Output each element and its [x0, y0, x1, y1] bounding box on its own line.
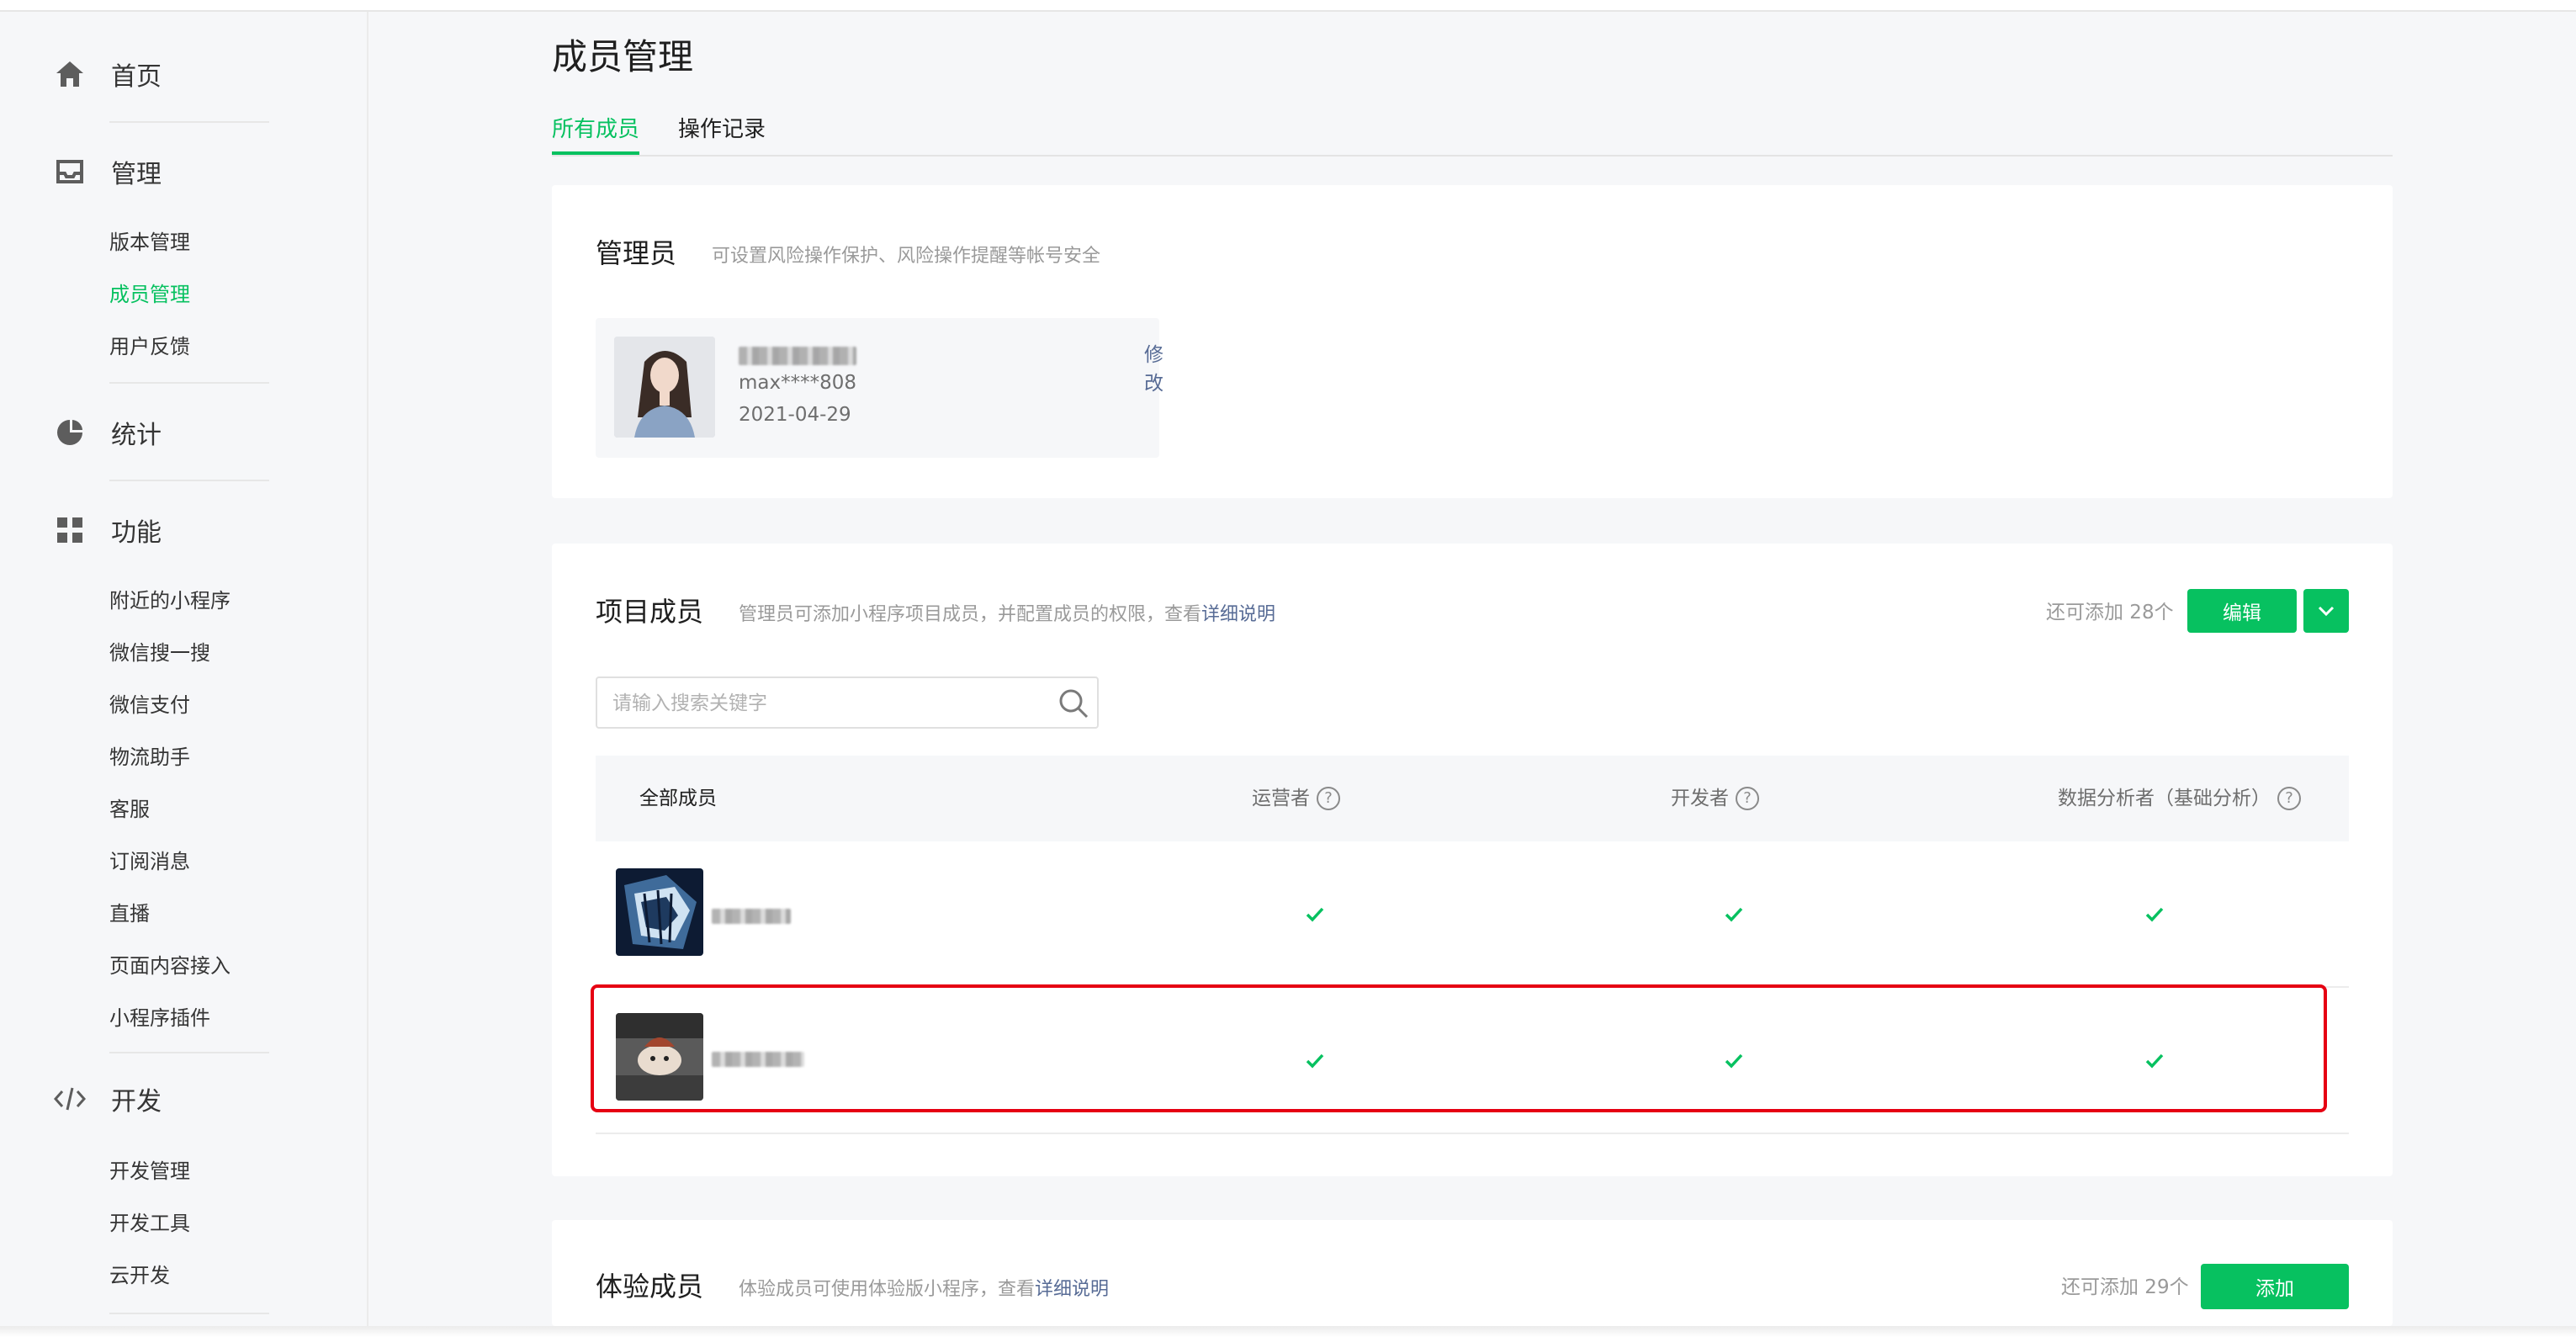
check-icon	[1306, 1053, 1324, 1069]
admin-section-title: 管理员	[596, 237, 677, 269]
sidebar: 首页 管理 版本管理 成员管理 用户反馈 统计 功能 附近的小程序 微信搜一搜	[0, 12, 368, 1326]
add-button[interactable]: 添加	[2201, 1264, 2349, 1309]
avatar	[616, 868, 703, 956]
inbox-icon	[54, 156, 86, 188]
project-section-desc: 管理员可添加小程序项目成员，并配置成员的权限，查看详细说明	[739, 599, 1275, 626]
sidebar-item-manage[interactable]: 管理	[54, 146, 162, 197]
admin-account: max****808	[739, 372, 857, 394]
project-members-card: 项目成员 管理员可添加小程序项目成员，并配置成员的权限，查看详细说明 还可添加 …	[552, 544, 2393, 1176]
trial-section-desc: 体验成员可使用体验版小程序，查看详细说明	[739, 1274, 1109, 1301]
grid-icon	[54, 514, 86, 546]
help-icon[interactable]: ?	[1317, 787, 1340, 810]
sidebar-divider	[109, 382, 269, 384]
sidebar-item-pay[interactable]: 微信支付	[109, 688, 190, 722]
member-table-header: 全部成员 运营者? 开发者? 数据分析者（基础分析）?	[596, 756, 2349, 841]
sidebar-item-features[interactable]: 功能	[54, 505, 162, 555]
table-row[interactable]	[596, 988, 2349, 1134]
sidebar-item-dev-manage[interactable]: 开发管理	[109, 1154, 190, 1188]
sidebar-item-label: 功能	[111, 518, 162, 548]
col-operator: 运营者?	[1252, 756, 1340, 841]
tab-all-members[interactable]: 所有成员	[552, 113, 640, 155]
sidebar-item-label: 统计	[111, 421, 162, 450]
desc-text: 体验成员可使用体验版小程序，查看	[739, 1279, 1036, 1300]
col-all-members[interactable]: 全部成员	[639, 756, 717, 841]
col-label: 运营者	[1252, 788, 1310, 809]
desc-text: 管理员可添加小程序项目成员，并配置成员的权限，查看	[739, 604, 1202, 625]
sidebar-item-subscribe[interactable]: 订阅消息	[109, 845, 190, 878]
sidebar-item-dev[interactable]: 开发	[54, 1074, 162, 1124]
trial-section-title: 体验成员	[596, 1271, 704, 1303]
help-icon[interactable]: ?	[2277, 787, 2301, 810]
col-label: 数据分析者（基础分析）	[2058, 788, 2271, 809]
code-icon	[54, 1083, 86, 1115]
sidebar-divider	[109, 1313, 269, 1314]
remaining-count: 还可添加 29个	[2061, 1276, 2189, 1298]
sidebar-item-members[interactable]: 成员管理	[109, 278, 190, 311]
more-dropdown-button[interactable]	[2303, 589, 2349, 633]
sidebar-divider	[109, 1052, 269, 1053]
admin-date: 2021-04-29	[739, 404, 851, 426]
search-input[interactable]	[612, 688, 1033, 719]
check-icon	[1725, 1053, 1743, 1069]
tab-operation-log[interactable]: 操作记录	[678, 113, 766, 155]
sidebar-item-plugin[interactable]: 小程序插件	[109, 1001, 210, 1035]
top-border	[0, 0, 2576, 12]
sidebar-item-version[interactable]: 版本管理	[109, 225, 190, 259]
col-label: 开发者	[1671, 788, 1729, 809]
check-icon	[2145, 1053, 2164, 1069]
sidebar-item-feedback[interactable]: 用户反馈	[109, 330, 190, 363]
page-title: 成员管理	[552, 36, 694, 77]
admin-section-desc: 可设置风险操作保护、风险操作提醒等帐号安全	[712, 246, 1101, 267]
trial-members-card: 体验成员 体验成员可使用体验版小程序，查看详细说明 还可添加 29个 添加	[552, 1220, 2393, 1326]
sidebar-item-cloud[interactable]: 云开发	[109, 1259, 170, 1292]
admin-edit-link[interactable]: 修改	[1144, 338, 1163, 395]
admin-info-box: max****808 2021-04-29 修改	[596, 318, 1163, 458]
member-name-redacted	[712, 909, 791, 924]
tab-bar: 所有成员 操作记录	[552, 113, 2393, 157]
detail-link[interactable]: 详细说明	[1035, 1279, 1109, 1300]
sidebar-item-label: 首页	[111, 62, 162, 92]
remaining-count: 还可添加 28个	[2046, 602, 2174, 623]
sidebar-item-live[interactable]: 直播	[109, 897, 150, 931]
sidebar-item-content[interactable]: 页面内容接入	[109, 949, 231, 983]
app-frame: 首页 管理 版本管理 成员管理 用户反馈 统计 功能 附近的小程序 微信搜一搜	[0, 0, 2576, 1337]
pie-chart-icon	[54, 416, 86, 448]
check-icon	[1306, 907, 1324, 922]
admin-name-redacted	[739, 347, 856, 365]
member-search[interactable]	[596, 676, 1099, 729]
avatar	[616, 1013, 703, 1101]
member-name-redacted	[712, 1052, 804, 1067]
col-developer: 开发者?	[1671, 756, 1759, 841]
project-section-title: 项目成员	[596, 596, 704, 628]
home-icon	[54, 58, 86, 90]
sidebar-item-dev-tools[interactable]: 开发工具	[109, 1207, 190, 1240]
sidebar-item-label: 管理	[111, 160, 162, 189]
sidebar-item-stats[interactable]: 统计	[54, 407, 162, 458]
edit-button[interactable]: 编辑	[2187, 589, 2297, 633]
check-icon	[1725, 907, 1743, 922]
sidebar-divider	[109, 121, 269, 123]
sidebar-item-logistics[interactable]: 物流助手	[109, 740, 190, 774]
sidebar-item-search[interactable]: 微信搜一搜	[109, 636, 210, 670]
admin-card: 管理员 可设置风险操作保护、风险操作提醒等帐号安全 max****808 202…	[552, 185, 2393, 498]
bottom-edge	[0, 1326, 2576, 1337]
check-icon	[2145, 907, 2164, 922]
sidebar-divider	[109, 480, 269, 481]
sidebar-item-home[interactable]: 首页	[54, 49, 162, 99]
col-analyst: 数据分析者（基础分析）?	[2058, 756, 2301, 841]
sidebar-item-nearby[interactable]: 附近的小程序	[109, 584, 231, 618]
avatar	[614, 337, 715, 438]
detail-link[interactable]: 详细说明	[1201, 604, 1275, 625]
sidebar-item-service[interactable]: 客服	[109, 793, 150, 826]
chevron-down-icon	[2318, 606, 2335, 617]
help-icon[interactable]: ?	[1736, 787, 1759, 810]
sidebar-item-label: 开发	[111, 1087, 162, 1117]
search-icon[interactable]	[1057, 687, 1090, 720]
table-row[interactable]	[596, 841, 2349, 988]
